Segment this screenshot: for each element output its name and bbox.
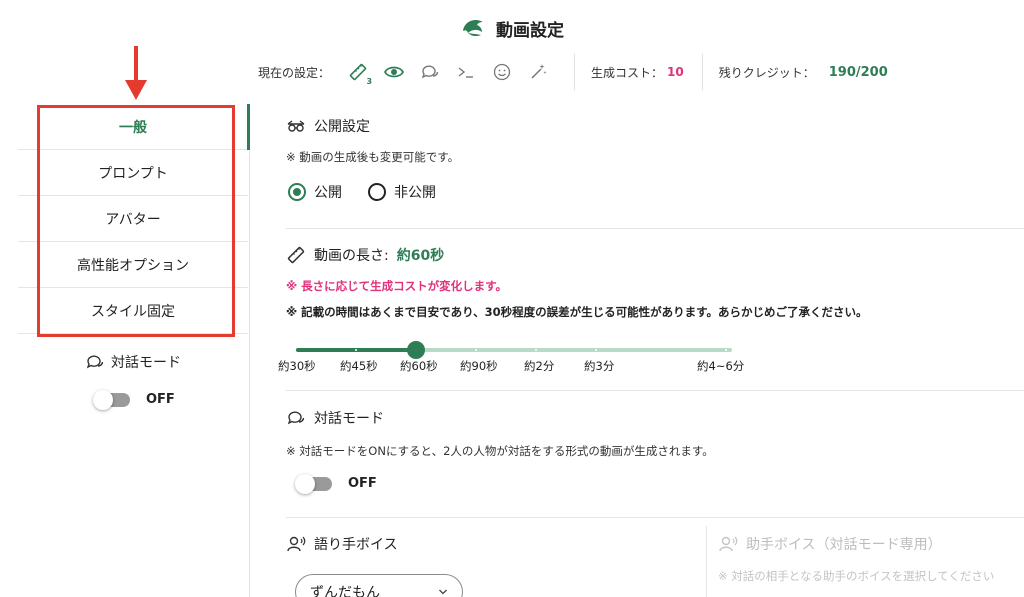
sidebar-item-general[interactable]: 一般 xyxy=(18,104,248,150)
length-heading: 動画の長さ: 約60秒 xyxy=(286,245,444,265)
page-title: 動画設定 xyxy=(496,20,564,41)
voice-divider xyxy=(706,526,707,597)
length-value: 約60秒 xyxy=(396,248,445,264)
sidebar-item-label: アバター xyxy=(105,211,161,228)
section-divider xyxy=(286,517,1024,518)
person-voice-icon xyxy=(287,536,306,552)
style-status[interactable] xyxy=(526,60,550,84)
slider-level-label[interactable]: 約90秒 xyxy=(460,358,498,374)
slider-tick xyxy=(355,349,357,351)
page-header: 動画設定 xyxy=(0,14,1024,42)
slider-level-label[interactable]: 約45秒 xyxy=(340,358,378,374)
helper-note: ※ 対話の相手となる助手のボイスを選択してください xyxy=(718,569,995,583)
ruler-icon xyxy=(349,63,367,81)
slider-labels: 約30秒 約45秒 約60秒 約90秒 約2分 約3分 約4~6分 xyxy=(278,358,786,376)
slider-level-label[interactable]: 約60秒 xyxy=(400,358,438,374)
private-label: 非公開 xyxy=(394,185,436,201)
visibility-note: ※ 動画の生成後も変更可能です。 xyxy=(286,150,460,164)
chevron-down-icon xyxy=(439,589,447,595)
public-radio[interactable] xyxy=(288,183,306,201)
dialog-status[interactable] xyxy=(418,60,442,84)
toggle-knob xyxy=(295,473,315,494)
terminal-icon xyxy=(458,67,474,78)
slider-level-label[interactable]: 約2分 xyxy=(524,358,554,374)
toggle-knob xyxy=(93,389,113,410)
helper-title: 助手ボイス（対話モード専用） xyxy=(746,537,942,553)
person-voice-icon xyxy=(719,536,738,552)
sidebar-dialog-toggle-row: OFF xyxy=(93,389,175,410)
section-divider xyxy=(286,228,1024,229)
slider-tick xyxy=(475,349,477,351)
sidebar-dialog-mode: 対話モード xyxy=(18,352,248,372)
chat-bubbles-icon xyxy=(287,411,305,425)
visibility-heading: 公開設定 xyxy=(286,116,370,136)
dolphin-logo-icon xyxy=(463,20,483,37)
length-disclaimer: ※ 記載の時間はあくまで目安であり、30秒程度の誤差が生じる可能性があります。あ… xyxy=(286,305,868,319)
prompt-status[interactable] xyxy=(454,60,478,84)
helper-voice-section: 助手ボイス（対話モード専用） ※ 対話の相手となる助手のボイスを選択してください xyxy=(718,534,1024,584)
ruler-status[interactable]: 3 xyxy=(346,60,373,86)
slider-thumb[interactable] xyxy=(407,341,425,359)
sidebar-item-label: スタイル固定 xyxy=(91,303,175,320)
length-cost-note: ※ 長さに応じて生成コストが変化します。 xyxy=(286,279,508,293)
dialog-state: OFF xyxy=(348,476,377,491)
visibility-title: 公開設定 xyxy=(314,119,370,135)
sidebar-item-label: 一般 xyxy=(119,119,147,136)
slider-tick xyxy=(725,349,727,351)
chat-bubbles-icon xyxy=(421,65,439,79)
credit-value: 190/200 xyxy=(828,64,888,80)
slider-level-label[interactable]: 約4~6分 xyxy=(697,358,744,374)
narrator-voice-value: ずんだもん xyxy=(310,585,380,597)
helper-heading: 助手ボイス（対話モード専用） xyxy=(718,534,1024,554)
slider-level-label[interactable]: 約3分 xyxy=(584,358,614,374)
dialog-toggle[interactable] xyxy=(295,473,332,494)
ruler-icon xyxy=(287,246,305,264)
section-divider xyxy=(286,390,1024,391)
slider-level-label[interactable]: 約30秒 xyxy=(278,358,316,374)
sidebar-dialog-state: OFF xyxy=(146,392,175,407)
chat-bubbles-icon xyxy=(86,355,104,369)
dialog-toggle-row: OFF xyxy=(295,473,377,494)
status-divider xyxy=(574,54,576,90)
smiley-icon xyxy=(493,63,511,81)
length-badge: 3 xyxy=(366,77,373,86)
magic-wand-icon xyxy=(531,64,547,79)
public-label: 公開 xyxy=(314,185,342,201)
settings-main: 公開設定 ※ 動画の生成後も変更可能です。 公開 非公開 動画の長さ: 約60秒… xyxy=(278,104,1024,597)
avatar-status[interactable] xyxy=(490,60,514,84)
sidebar-divider xyxy=(249,150,250,597)
visibility-options: 公開 非公開 xyxy=(288,182,436,202)
narrator-title: 語り手ボイス xyxy=(314,537,398,553)
sidebar-item-prompt[interactable]: プロンプト xyxy=(18,150,248,196)
cost-label: 生成コスト： xyxy=(591,65,664,80)
dialog-note: ※ 対話モードをONにすると、2人の人物が対話をする形式の動画が生成されます。 xyxy=(286,444,714,458)
status-divider xyxy=(701,54,703,90)
private-radio[interactable] xyxy=(368,183,386,201)
active-indicator xyxy=(247,104,250,150)
visibility-status[interactable] xyxy=(382,60,406,84)
arrow-down-icon xyxy=(125,46,147,100)
slider-tick xyxy=(535,349,537,351)
slider-tick xyxy=(595,349,597,351)
sidebar-dialog-label: 対話モード xyxy=(111,355,181,371)
sidebar-item-advanced-options[interactable]: 高性能オプション xyxy=(18,242,248,288)
length-title: 動画の長さ: xyxy=(314,248,389,264)
settings-sidebar: 一般 プロンプト アバター 高性能オプション スタイル固定 対話モード OFF xyxy=(18,104,250,597)
credit-label: 残りクレジット： xyxy=(718,65,815,80)
dialog-heading: 対話モード xyxy=(286,408,384,428)
narrator-heading: 語り手ボイス xyxy=(286,534,398,554)
dialog-title: 対話モード xyxy=(314,411,384,427)
glasses-icon xyxy=(287,120,305,132)
sidebar-item-style-lock[interactable]: スタイル固定 xyxy=(18,288,248,334)
sidebar-item-label: 高性能オプション xyxy=(77,257,189,274)
sidebar-item-label: プロンプト xyxy=(98,165,168,182)
cost-value: 10 xyxy=(667,65,684,79)
length-slider[interactable] xyxy=(296,340,732,360)
eye-icon xyxy=(384,66,404,78)
sidebar-dialog-toggle[interactable] xyxy=(93,389,130,410)
narrator-voice-select[interactable]: ずんだもん xyxy=(295,574,463,597)
current-settings-label: 現在の設定： xyxy=(258,65,331,80)
current-settings-bar: 現在の設定： 3 生成コスト： 10 残りクレジット： 190/200 xyxy=(258,54,888,90)
sidebar-item-avatar[interactable]: アバター xyxy=(18,196,248,242)
